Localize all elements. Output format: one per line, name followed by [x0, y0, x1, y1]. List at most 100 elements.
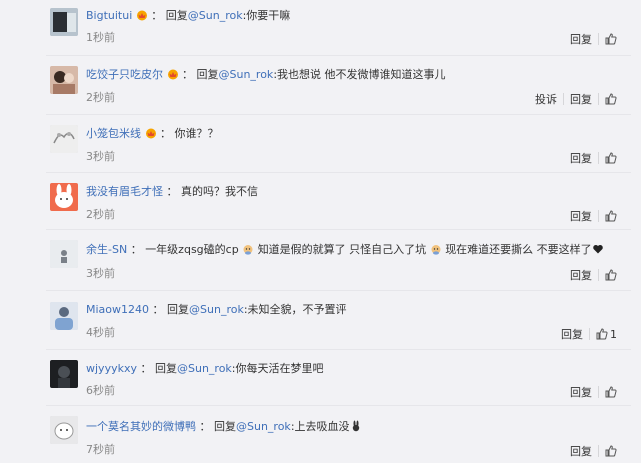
colon: ：	[160, 127, 171, 140]
comment-text: 真的吗？我不信	[181, 185, 258, 198]
avatar-image	[50, 125, 78, 153]
timestamp: 3秒前	[86, 150, 115, 163]
comment-line: 我没有眉毛才怪 ： 真的吗？我不信	[86, 185, 258, 199]
reply-button[interactable]: 回复	[570, 208, 592, 224]
like-button[interactable]	[605, 445, 617, 457]
avatar-image	[50, 8, 78, 36]
username[interactable]: 我没有眉毛才怪	[86, 185, 163, 198]
username[interactable]: wjyyykxy	[86, 362, 137, 375]
timestamp: 6秒前	[86, 384, 115, 397]
username[interactable]: 一个莫名其妙的微博鸭	[86, 420, 196, 433]
reply-button[interactable]: 回复	[570, 150, 592, 166]
comment-item: 一个莫名其妙的微博鸭 ： 回复@Sun_rok:上去吸血没 7秒前 回复	[0, 406, 641, 463]
like-button[interactable]	[605, 93, 617, 105]
thumbs-up-icon	[605, 210, 617, 222]
vip-crown-icon	[145, 127, 157, 139]
like-button[interactable]	[605, 269, 617, 281]
timestamp: 1秒前	[86, 31, 115, 44]
comment-item: 吃饺子只吃皮尔 ： 回复@Sun_rok:我也想说 他不发微博谁知道这事儿 2秒…	[0, 56, 641, 115]
comment-line: 余生-SN ： 一年级zqsg磕的cp 知道是假的就算了 只怪自己入了坑 现在难…	[86, 243, 604, 257]
avatar[interactable]	[50, 360, 78, 388]
reply-button[interactable]: 回复	[570, 443, 592, 459]
reply-button[interactable]: 回复	[570, 384, 592, 400]
avatar[interactable]	[50, 66, 78, 94]
mention-link[interactable]: @Sun_rok	[236, 420, 291, 433]
avatar-image	[50, 302, 78, 330]
thumbs-up-icon	[605, 386, 617, 398]
action-separator	[598, 445, 599, 457]
comment-text: :未知全貌，不予置评	[243, 303, 347, 316]
like-button[interactable]	[605, 386, 617, 398]
comment-actions: 回复	[570, 150, 617, 166]
action-separator	[598, 152, 599, 164]
colon: ：	[166, 185, 178, 198]
avatar-image	[50, 66, 78, 94]
comment-text-part: 知道是假的就算了 只怪自己入了坑	[257, 243, 427, 256]
action-separator	[589, 328, 590, 340]
username[interactable]: 吃饺子只吃皮尔	[86, 68, 163, 81]
like-count: 1	[610, 327, 617, 341]
mention-link[interactable]: @Sun_rok	[188, 9, 243, 22]
avatar[interactable]	[50, 416, 78, 444]
reply-prefix: 回复	[165, 9, 188, 22]
reply-prefix: 回复	[167, 303, 190, 316]
reply-button[interactable]: 回复	[570, 31, 592, 47]
like-button[interactable]	[605, 210, 617, 222]
comment-actions: 回复	[570, 443, 617, 459]
comment-line: wjyyykxy ： 回复@Sun_rok:你每天活在梦里吧	[86, 362, 324, 376]
avatar[interactable]	[50, 302, 78, 330]
comment-item: Miaow1240 ： 回复@Sun_rok:未知全貌，不予置评 4秒前 回复 …	[0, 291, 641, 350]
comment-text: :你每天活在梦里吧	[231, 362, 324, 375]
comment-item: 余生-SN ： 一年级zqsg磕的cp 知道是假的就算了 只怪自己入了坑 现在难…	[0, 230, 641, 291]
comment-line: 吃饺子只吃皮尔 ： 回复@Sun_rok:我也想说 他不发微博谁知道这事儿	[86, 68, 446, 82]
avatar[interactable]	[50, 240, 78, 268]
reply-button[interactable]: 回复	[561, 326, 583, 342]
username[interactable]: Bigtuitui	[86, 9, 132, 22]
avatar-image	[50, 416, 78, 444]
like-button[interactable]	[605, 152, 617, 164]
timestamp: 2秒前	[86, 91, 115, 104]
avatar[interactable]	[50, 125, 78, 153]
avatar[interactable]	[50, 8, 78, 36]
avatar-image	[50, 360, 78, 388]
like-button[interactable]	[605, 33, 617, 45]
colon: ：	[151, 9, 163, 22]
reply-prefix: 回复	[214, 420, 236, 433]
mention-link[interactable]: @Sun_rok	[177, 362, 232, 375]
mention-link[interactable]: @Sun_rok	[189, 303, 244, 316]
comment-item: Bigtuitui ： 回复@Sun_rok:你要干嘛 1秒前 回复	[0, 0, 641, 56]
avatar[interactable]	[50, 183, 78, 211]
thumbs-up-icon	[605, 152, 617, 164]
reply-button[interactable]: 回复	[570, 267, 592, 283]
thumbs-up-icon	[596, 328, 608, 340]
thumbs-up-icon	[605, 33, 617, 45]
action-separator	[598, 33, 599, 45]
thumbs-up-icon	[605, 445, 617, 457]
username[interactable]: Miaow1240	[86, 303, 149, 316]
comment-actions: 回复	[570, 31, 617, 47]
comment-text: :你要干嘛	[242, 9, 291, 22]
like-button[interactable]: 1	[596, 328, 617, 341]
username[interactable]: 小笼包米线	[86, 127, 141, 140]
mention-link[interactable]: @Sun_rok	[219, 68, 274, 81]
thumbs-up-icon	[605, 269, 617, 281]
comment-item: 小笼包米线 ： 你谁？？ 3秒前 回复	[0, 115, 641, 173]
timestamp: 3秒前	[86, 267, 115, 280]
comment-item: wjyyykxy ： 回复@Sun_rok:你每天活在梦里吧 6秒前 回复	[0, 350, 641, 406]
report-button[interactable]: 投诉	[535, 91, 557, 107]
action-separator	[598, 386, 599, 398]
comment-line: 一个莫名其妙的微博鸭 ： 回复@Sun_rok:上去吸血没	[86, 420, 362, 434]
username[interactable]: 余生-SN	[86, 243, 127, 256]
action-separator	[598, 269, 599, 281]
action-separator	[598, 210, 599, 222]
action-separator	[598, 93, 599, 105]
bunny-emoji	[350, 420, 362, 432]
comment-actions: 回复	[570, 267, 617, 283]
vip-crown-icon	[167, 68, 179, 80]
comment-text-part: 现在难道还要撕么 不要这样了	[445, 243, 592, 256]
dog-face-emoji	[430, 243, 442, 255]
colon: ：	[152, 303, 164, 316]
vip-crown-icon	[136, 9, 148, 21]
comment-actions: 投诉 回复	[535, 91, 617, 107]
reply-button[interactable]: 回复	[570, 91, 592, 107]
